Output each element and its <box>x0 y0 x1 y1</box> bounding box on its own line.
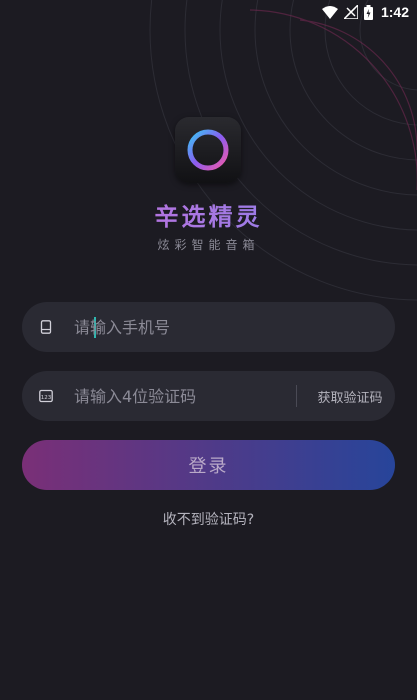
no-signal-icon <box>343 5 358 19</box>
wifi-icon <box>321 5 338 19</box>
app-logo <box>175 117 241 183</box>
phone-icon <box>39 320 53 334</box>
app-tagline: 炫彩智能音箱 <box>157 238 260 252</box>
phone-input-row[interactable] <box>22 302 395 352</box>
get-code-button[interactable]: 获取验证码 <box>305 371 395 421</box>
login-screen: 1:42 辛选精灵 炫彩智能音箱 请输入手机号 123 请输入4位验证码 获取验… <box>0 0 417 700</box>
battery-charging-icon <box>363 4 373 20</box>
code-divider <box>296 385 297 407</box>
login-button[interactable]: 登录 <box>22 440 395 490</box>
svg-text:123: 123 <box>41 395 52 401</box>
app-name: 辛选精灵 <box>0 197 417 232</box>
verification-code-icon: 123 <box>39 389 53 403</box>
code-input-row[interactable]: 123 获取验证码 <box>22 371 395 421</box>
ring-logo-icon <box>187 129 229 171</box>
code-input[interactable] <box>74 371 289 421</box>
no-code-help-link[interactable]: 收不到验证码? <box>0 509 417 529</box>
status-time: 1:42 <box>380 4 409 20</box>
status-bar: 1:42 <box>0 0 417 24</box>
phone-input[interactable] <box>74 302 374 352</box>
